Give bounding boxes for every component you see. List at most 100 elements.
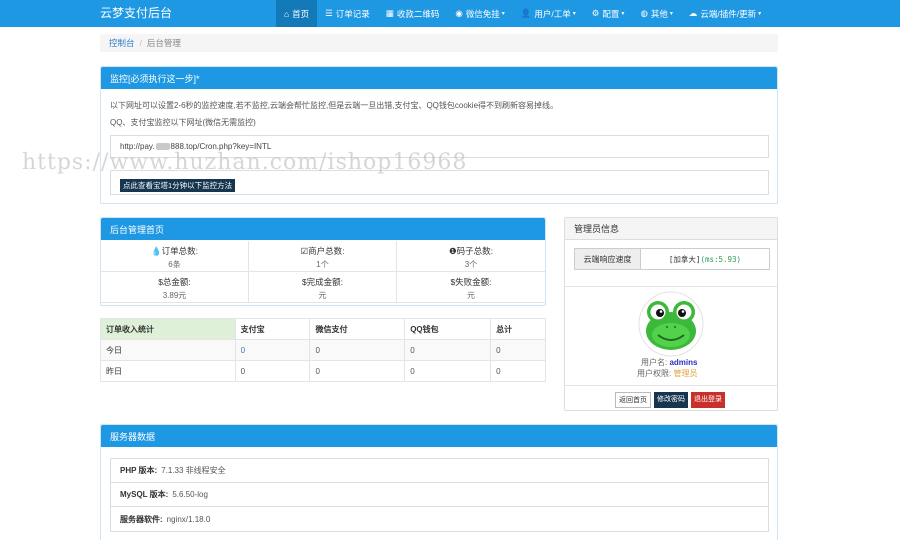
table-row: 今日 0 0 0 0 xyxy=(100,339,546,361)
breadcrumb-home-link[interactable]: 控制台 xyxy=(109,37,135,49)
table-header: 总计 xyxy=(490,318,546,340)
nav-cloud[interactable]: ☁ 云端/插件/更新 ▾ xyxy=(681,0,769,27)
main-nav: ⌂ 首页 ☰ 订单记录 ▦ 收款二维码 ◉ 微信免挂 ▾ 👤 用户/工单 ▾ ⚙… xyxy=(276,0,769,27)
user-icon: 👤 xyxy=(520,8,532,18)
list-item: 服务器软件: nginx/1.18.0 xyxy=(111,507,768,531)
admin-home-title: 后台管理首页 xyxy=(101,218,545,240)
caret-down-icon: ▾ xyxy=(501,11,505,17)
cloud-speed-ms: (ms:5.93) xyxy=(700,254,742,264)
table-header-row: 订单收入统计 支付宝 微信支付 QQ钱包 总计 xyxy=(100,318,546,340)
server-info-value: 5.6.50-log xyxy=(172,490,208,499)
table-cell: 0 xyxy=(234,360,311,382)
drop-icon: 💧 xyxy=(151,246,162,256)
username-value: admins xyxy=(669,358,698,367)
stat-label: 商户总数: xyxy=(308,246,345,256)
nav-config[interactable]: ⚙ 配置 ▾ xyxy=(584,0,633,27)
table-cell: 0 xyxy=(404,339,492,361)
nav-qrcode[interactable]: ▦ 收款二维码 xyxy=(378,0,448,27)
table-cell: 0 xyxy=(309,360,406,382)
nav-label: 配置 xyxy=(602,8,620,19)
gear-icon: ⚙ xyxy=(591,8,600,18)
breadcrumb-separator: / xyxy=(139,38,142,48)
username-line: 用户名: admins xyxy=(641,357,697,368)
admin-home-panel: 后台管理首页 💧订单总数: 6条 ☑商户总数: 1个 ❶码子总数: 3个 $总金… xyxy=(100,217,546,306)
table-cell: 0 xyxy=(234,339,311,361)
nav-other[interactable]: ◍ 其他 ▾ xyxy=(632,0,680,27)
server-info-key: 服务器软件: xyxy=(120,514,163,524)
table-cell: 0 xyxy=(490,339,546,361)
list-icon: ☰ xyxy=(325,8,333,18)
monitor-url-box[interactable]: http://pay. 888.top/Cron.php?key=INTL xyxy=(110,135,769,158)
brand-title[interactable]: 云梦支付后台 xyxy=(100,6,172,21)
stat-value: 元 xyxy=(318,291,327,300)
caret-down-icon: ▾ xyxy=(572,11,576,17)
globe-icon: ◍ xyxy=(640,8,648,18)
nav-users[interactable]: 👤 用户/工单 ▾ xyxy=(513,0,584,27)
role-line: 用户权限: 管理员 xyxy=(637,368,697,379)
nav-label: 订单记录 xyxy=(335,8,370,19)
stat-value: 3个 xyxy=(464,260,478,269)
stat-failed-amount: $失败金额: 元 xyxy=(397,272,545,303)
stat-value: 6条 xyxy=(168,260,181,269)
stat-value: 1个 xyxy=(316,260,329,269)
nav-orders[interactable]: ☰ 订单记录 xyxy=(317,0,378,27)
list-item: MySQL 版本: 5.6.50-log xyxy=(111,483,768,507)
stat-value: 元 xyxy=(467,291,475,300)
username-label: 用户名: xyxy=(641,358,668,367)
cloud-speed-location: [加拿大] xyxy=(668,254,701,264)
stat-code-count: ❶码子总数: 3个 xyxy=(397,241,545,272)
divider xyxy=(565,385,777,386)
table-cell: 今日 xyxy=(100,339,236,361)
wechat-icon: ◉ xyxy=(455,8,463,18)
view-cron-method-button[interactable]: 点此查看宝塔1分钟以下监控方法 xyxy=(120,179,236,192)
monitor-url-suffix: 888.top/Cron.php?key=INTL xyxy=(170,142,272,151)
cloud-speed-value: [加拿大] (ms:5.93) xyxy=(641,249,769,269)
stat-merchant-count: ☑商户总数: 1个 xyxy=(249,241,397,272)
nav-label: 收款二维码 xyxy=(396,8,440,19)
back-home-button[interactable]: 返回首页 xyxy=(615,392,651,408)
caret-down-icon: ▾ xyxy=(758,11,762,17)
logout-button[interactable]: 退出登录 xyxy=(691,392,725,408)
admin-action-buttons: 返回首页 修改密码 退出登录 xyxy=(615,392,725,408)
caret-down-icon: ▾ xyxy=(669,11,673,17)
server-info-key: MySQL 版本: xyxy=(120,490,169,499)
monitor-url-prefix: http://pay. xyxy=(120,142,155,151)
frog-avatar xyxy=(638,291,704,357)
nav-label: 首页 xyxy=(292,8,310,19)
server-info-value: 7.1.33 非线程安全 xyxy=(161,466,226,475)
top-navbar: 云梦支付后台 ⌂ 首页 ☰ 订单记录 ▦ 收款二维码 ◉ 微信免挂 ▾ 👤 用户… xyxy=(0,0,900,27)
change-password-button[interactable]: 修改密码 xyxy=(654,392,688,408)
income-stats-table: 订单收入统计 支付宝 微信支付 QQ钱包 总计 今日 0 0 0 0 昨日 0 … xyxy=(100,318,546,382)
nav-label: 微信免挂 xyxy=(465,8,500,19)
table-header: 微信支付 xyxy=(309,318,406,340)
check-icon: ☑ xyxy=(300,246,309,256)
list-item: PHP 版本: 7.1.33 非线程安全 xyxy=(111,459,768,483)
server-info-value: nginx/1.18.0 xyxy=(166,514,211,524)
redacted-blur xyxy=(155,143,170,150)
nav-wechat[interactable]: ◉ 微信免挂 ▾ xyxy=(447,0,512,27)
stat-label: 总金额: xyxy=(162,277,191,287)
admin-info-title: 管理员信息 xyxy=(565,218,777,240)
stat-label: 订单总数: xyxy=(161,246,198,256)
divider xyxy=(565,286,777,287)
table-header: 订单收入统计 xyxy=(100,318,236,340)
monitor-description: 以下网址可以设置2-6秒的监控速度,若不监控,云端会帮忙监控,但是云端一旦出错,… xyxy=(110,101,559,110)
monitor-panel-title: 监控[必须执行这一步]* xyxy=(101,67,777,89)
nav-label: 用户/工单 xyxy=(534,8,571,19)
stat-order-count: 💧订单总数: 6条 xyxy=(101,241,249,272)
table-cell: 昨日 xyxy=(100,360,236,382)
nav-label: 其他 xyxy=(650,8,668,19)
table-cell: 0 xyxy=(404,360,492,382)
nav-home[interactable]: ⌂ 首页 xyxy=(276,0,318,27)
caret-down-icon: ▾ xyxy=(621,11,625,17)
stat-value: 3.89元 xyxy=(162,291,187,300)
monitor-panel: 监控[必须执行这一步]* 以下网址可以设置2-6秒的监控速度,若不监控,云端会帮… xyxy=(100,66,778,204)
stat-total-amount: $总金额: 3.89元 xyxy=(101,272,249,303)
stat-label: 完成金额: xyxy=(306,277,344,287)
monitor-button-box: 点此查看宝塔1分钟以下监控方法 xyxy=(110,170,769,195)
stats-grid: 💧订单总数: 6条 ☑商户总数: 1个 ❶码子总数: 3个 $总金额: 3.89… xyxy=(101,241,545,303)
stat-label: 失败金额: xyxy=(455,277,492,287)
breadcrumb: 控制台 / 后台管理 xyxy=(100,34,778,52)
table-header: QQ钱包 xyxy=(404,318,492,340)
stat-completed-amount: $完成金额: 元 xyxy=(249,272,397,303)
